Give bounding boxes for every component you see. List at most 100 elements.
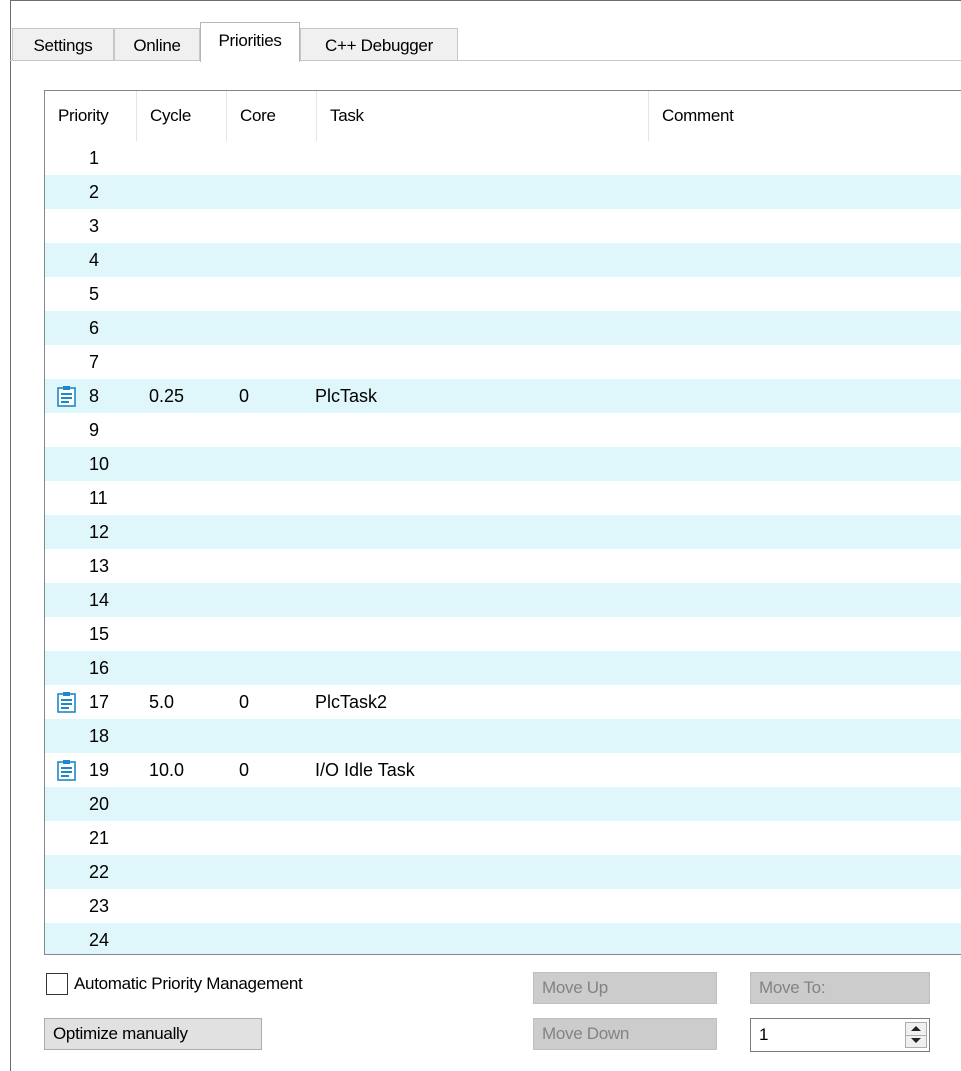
cycle-cell: 5.0 [149, 692, 175, 712]
core-cell [239, 889, 309, 923]
table-row[interactable]: 17 5.0 0 PlcTask2 [45, 685, 961, 719]
core-cell [239, 821, 309, 855]
table-row[interactable]: 16 [45, 651, 961, 685]
task-cell [315, 549, 645, 583]
comment-cell [655, 855, 955, 889]
comment-cell [655, 617, 955, 651]
task-cell [315, 821, 645, 855]
task-icon [57, 692, 76, 713]
move-to-spinner[interactable] [905, 1022, 927, 1048]
cycle-cell [149, 549, 229, 583]
priority-cell: 8 [89, 386, 100, 406]
table-row[interactable]: 21 [45, 821, 961, 855]
cycle-cell [149, 481, 229, 515]
task-cell [315, 719, 645, 753]
table-row[interactable]: 3 [45, 209, 961, 243]
cycle-cell [149, 923, 229, 954]
comment-cell [655, 651, 955, 685]
auto-priority-label[interactable]: Automatic Priority Management [74, 972, 303, 996]
priority-cell: 16 [89, 658, 110, 678]
table-row[interactable]: 11 [45, 481, 961, 515]
column-header-priority[interactable]: Priority [45, 91, 137, 141]
table-row[interactable]: 18 [45, 719, 961, 753]
table-row[interactable]: 8 0.25 0 PlcTask [45, 379, 961, 413]
priority-cell: 17 [89, 692, 110, 712]
task-cell [315, 175, 645, 209]
table-row[interactable]: 5 [45, 277, 961, 311]
tab-priorities[interactable]: Priorities [200, 22, 300, 62]
priority-cell: 13 [89, 556, 110, 576]
table-row[interactable]: 1 [45, 141, 961, 175]
comment-cell [655, 447, 955, 481]
core-cell: 0 [239, 386, 250, 406]
core-cell [239, 719, 309, 753]
table-row[interactable]: 10 [45, 447, 961, 481]
comment-cell [655, 515, 955, 549]
table-row[interactable]: 15 [45, 617, 961, 651]
priority-cell: 1 [89, 148, 100, 168]
table-row[interactable]: 14 [45, 583, 961, 617]
optimize-manually-button[interactable]: Optimize manually [44, 1018, 262, 1050]
task-cell [315, 481, 645, 515]
priority-cell: 10 [89, 454, 110, 474]
task-cell [315, 447, 645, 481]
table-row[interactable]: 19 10.0 0 I/O Idle Task [45, 753, 961, 787]
tab-online[interactable]: Online [114, 28, 200, 61]
tab-settings[interactable]: Settings [12, 28, 114, 61]
auto-priority-checkbox[interactable] [46, 973, 68, 995]
spin-down-button[interactable] [906, 1035, 926, 1047]
arrow-up-icon [911, 1026, 921, 1031]
comment-cell [655, 685, 955, 719]
core-cell [239, 413, 309, 447]
core-cell [239, 923, 309, 954]
cycle-cell [149, 447, 229, 481]
table-row[interactable]: 22 [45, 855, 961, 889]
cycle-cell [149, 243, 229, 277]
core-cell: 0 [239, 692, 250, 712]
move-to-button[interactable]: Move To: [750, 972, 930, 1004]
table-row[interactable]: 9 [45, 413, 961, 447]
column-header-core[interactable]: Core [227, 91, 317, 141]
priority-cell: 4 [89, 250, 100, 270]
table-row[interactable]: 13 [45, 549, 961, 583]
cycle-cell [149, 787, 229, 821]
comment-cell [655, 787, 955, 821]
table-row[interactable]: 24 [45, 923, 961, 954]
core-cell [239, 651, 309, 685]
cycle-cell [149, 175, 229, 209]
comment-cell [655, 345, 955, 379]
cycle-cell [149, 141, 229, 175]
core-cell [239, 277, 309, 311]
task-cell [315, 855, 645, 889]
cycle-cell [149, 821, 229, 855]
move-down-button[interactable]: Move Down [533, 1018, 717, 1050]
table-row[interactable]: 20 [45, 787, 961, 821]
tab-strip: Settings Online Priorities C++ Debugger [10, 22, 961, 62]
table-row[interactable]: 12 [45, 515, 961, 549]
priority-grid[interactable]: Priority Cycle Core Task Comment 1234567… [44, 90, 961, 955]
table-row[interactable]: 23 [45, 889, 961, 923]
column-header-comment[interactable]: Comment [649, 91, 961, 141]
move-to-input[interactable]: 1 [750, 1018, 930, 1052]
core-cell [239, 855, 309, 889]
comment-cell [655, 549, 955, 583]
cycle-cell [149, 583, 229, 617]
table-row[interactable]: 6 [45, 311, 961, 345]
table-row[interactable]: 4 [45, 243, 961, 277]
priority-cell: 9 [89, 420, 100, 440]
table-row[interactable]: 2 [45, 175, 961, 209]
column-header-cycle[interactable]: Cycle [137, 91, 227, 141]
task-cell: PlcTask [315, 386, 378, 406]
core-cell: 0 [239, 760, 250, 780]
comment-cell [655, 209, 955, 243]
comment-cell [655, 243, 955, 277]
tab-cpp-debugger[interactable]: C++ Debugger [300, 28, 458, 61]
task-cell [315, 277, 645, 311]
cycle-cell [149, 889, 229, 923]
cycle-cell [149, 311, 229, 345]
tab-divider [10, 60, 961, 61]
move-up-button[interactable]: Move Up [533, 972, 717, 1004]
column-header-task[interactable]: Task [317, 91, 649, 141]
comment-cell [655, 481, 955, 515]
table-row[interactable]: 7 [45, 345, 961, 379]
